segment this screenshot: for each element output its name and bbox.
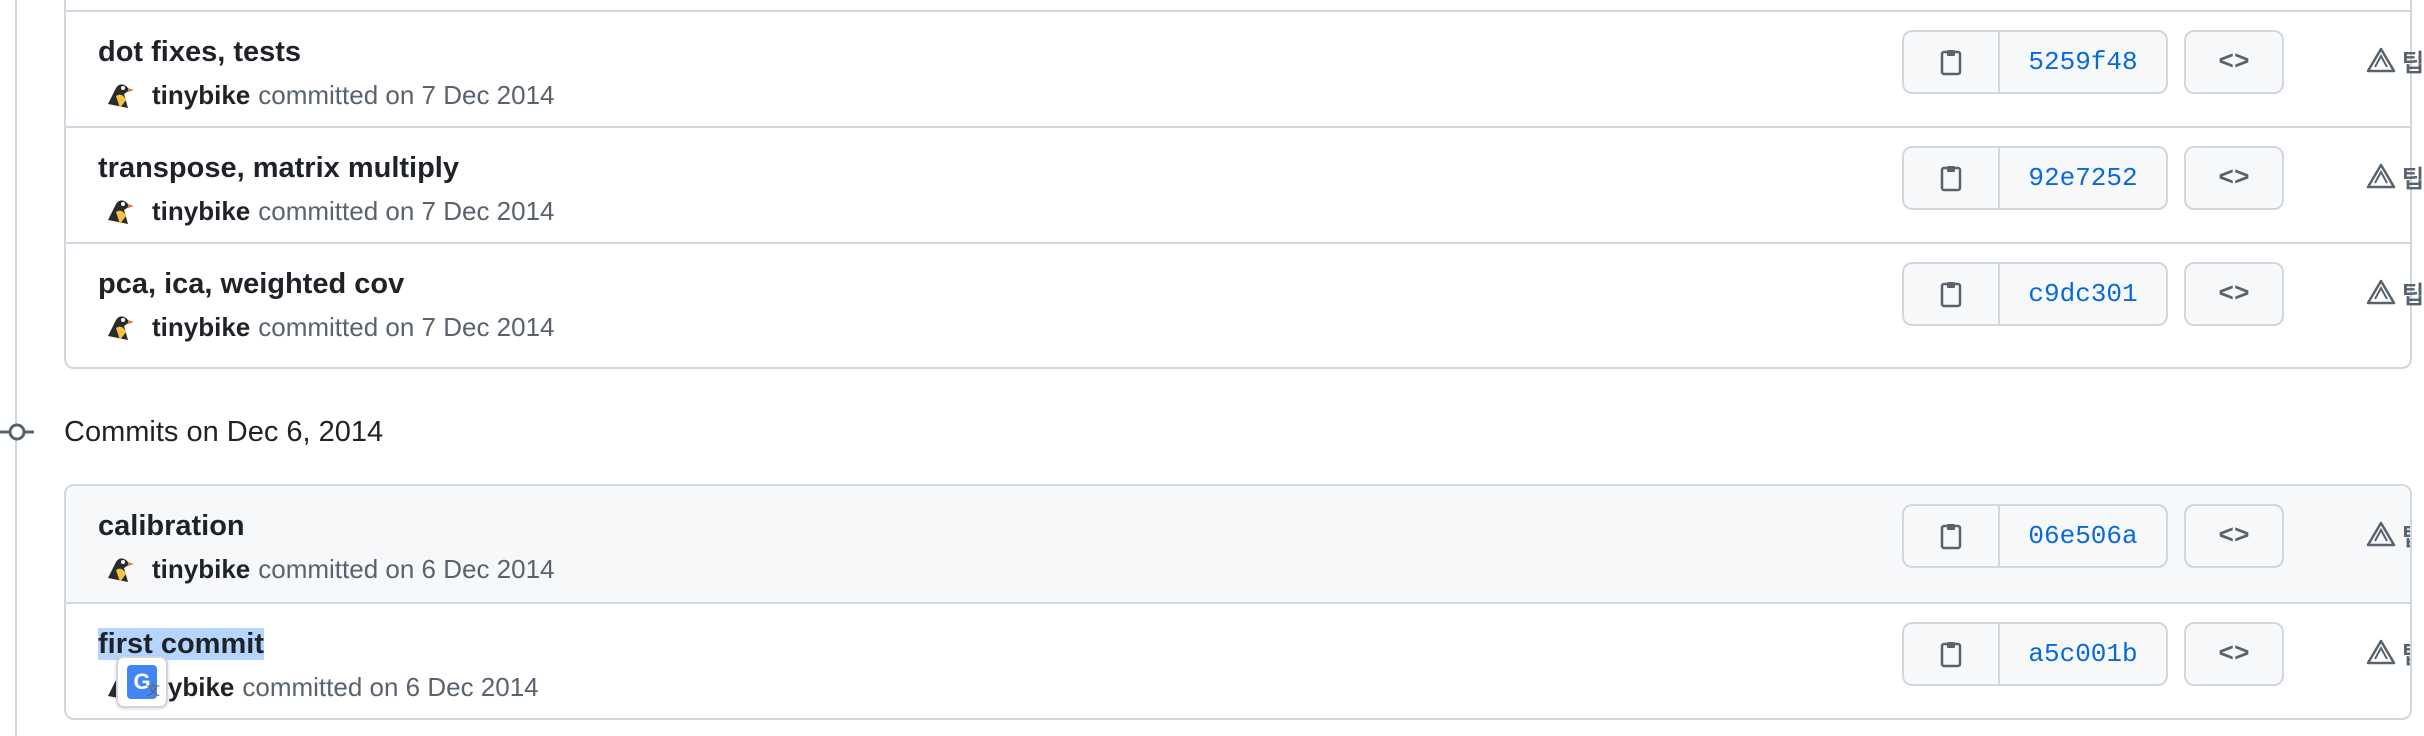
tip-label: 팁 xyxy=(2402,517,2410,552)
commit-meta: tinybike committed on 7 Dec 2014 xyxy=(102,310,555,344)
commit-sha-link[interactable]: a5c001b xyxy=(2000,624,2166,684)
copy-sha-button[interactable] xyxy=(1904,624,2000,684)
sha-button-group: 06e506a xyxy=(1902,504,2168,568)
tip-button[interactable]: 팁 xyxy=(2366,274,2424,310)
commit-row: first commit nybike committed on 6 Dec 2… xyxy=(66,602,2410,718)
warning-triangle-icon xyxy=(2366,279,2396,305)
browse-repo-button[interactable]: <> xyxy=(2184,146,2284,210)
tip-label: 팁 xyxy=(2402,635,2410,670)
author-link[interactable]: tinybike xyxy=(152,80,250,111)
commit-row: pca, ica, weighted cov tinybike committe… xyxy=(66,242,2424,358)
tip-button[interactable]: 팁 xyxy=(2366,158,2424,194)
commit-sha-link[interactable]: 92e7252 xyxy=(2000,148,2166,208)
commit-sha-link[interactable]: c9dc301 xyxy=(2000,264,2166,324)
commit-date: committed on 7 Dec 2014 xyxy=(258,79,555,110)
avatar[interactable] xyxy=(102,78,136,112)
tip-label: 팁 xyxy=(2402,281,2424,309)
tip-label: 팁 xyxy=(2402,49,2424,77)
clipboard-icon xyxy=(1940,50,1962,76)
browse-repo-button[interactable]: <> xyxy=(2184,622,2284,686)
commit-date: committed on 6 Dec 2014 xyxy=(242,671,539,702)
commit-row: dot fixes, tests tinybike committed on 7… xyxy=(66,10,2424,126)
commit-sha-link[interactable]: 5259f48 xyxy=(2000,32,2166,92)
commit-title-link[interactable]: pca, ica, weighted cov xyxy=(98,268,404,301)
warning-triangle-icon xyxy=(2366,639,2396,665)
tip-button[interactable]: 팁 xyxy=(2366,516,2410,552)
author-link[interactable]: tinybike xyxy=(152,554,250,585)
copy-sha-button[interactable] xyxy=(1904,264,2000,324)
commit-date: committed on 7 Dec 2014 xyxy=(258,195,555,226)
commit-group-dec-6: calibration tinybike committed on 6 Dec … xyxy=(64,484,2412,720)
translate-small-glyph: 文 xyxy=(146,682,160,698)
commit-row: calibration tinybike committed on 6 Dec … xyxy=(66,486,2410,602)
commit-title-link[interactable]: dot fixes, tests xyxy=(98,36,301,69)
warning-triangle-icon xyxy=(2366,521,2396,547)
avatar[interactable] xyxy=(102,310,136,344)
avatar[interactable] xyxy=(102,194,136,228)
sha-button-group: a5c001b xyxy=(1902,622,2168,686)
commit-date: committed on 6 Dec 2014 xyxy=(258,553,555,584)
copy-sha-button[interactable] xyxy=(1904,32,2000,92)
sha-button-group: 92e7252 xyxy=(1902,146,2168,210)
commit-title-link[interactable]: calibration xyxy=(98,510,245,543)
tip-label: 팁 xyxy=(2402,165,2424,193)
commit-sha-link[interactable]: 06e506a xyxy=(2000,506,2166,566)
tip-button[interactable]: 팁 xyxy=(2366,634,2410,670)
group-date-heading: Commits on Dec 6, 2014 xyxy=(64,416,384,448)
copy-sha-button[interactable] xyxy=(1904,148,2000,208)
clipboard-icon xyxy=(1940,166,1962,192)
warning-triangle-icon xyxy=(2366,163,2396,189)
timeline-line xyxy=(15,0,17,736)
sha-button-group: c9dc301 xyxy=(1902,262,2168,326)
sha-button-group: 5259f48 xyxy=(1902,30,2168,94)
commit-meta: tinybike committed on 6 Dec 2014 xyxy=(102,552,555,586)
commit-meta: tinybike committed on 7 Dec 2014 xyxy=(102,78,555,112)
author-link[interactable]: tinybike xyxy=(152,196,250,227)
clipboard-icon xyxy=(1940,642,1962,668)
commit-group-dec-7: dot fixes, tests tinybike committed on 7… xyxy=(64,0,2424,369)
tip-button[interactable]: 팁 xyxy=(2366,42,2424,78)
clipboard-icon xyxy=(1940,282,1962,308)
commit-title-link[interactable]: transpose, matrix multiply xyxy=(98,152,459,185)
warning-triangle-icon xyxy=(2366,47,2396,73)
clipboard-icon xyxy=(1940,524,1962,550)
browse-repo-button[interactable]: <> xyxy=(2184,262,2284,326)
avatar[interactable] xyxy=(102,552,136,586)
copy-sha-button[interactable] xyxy=(1904,506,2000,566)
commit-row: transpose, matrix multiply tinybike comm… xyxy=(66,126,2424,242)
author-link[interactable]: tinybike xyxy=(152,312,250,343)
google-translate-icon[interactable]: G 文 xyxy=(116,656,168,708)
browse-repo-button[interactable]: <> xyxy=(2184,30,2284,94)
commit-meta: tinybike committed on 7 Dec 2014 xyxy=(102,194,555,228)
commit-date: committed on 7 Dec 2014 xyxy=(258,311,555,342)
git-commit-icon xyxy=(0,423,34,441)
browse-repo-button[interactable]: <> xyxy=(2184,504,2284,568)
